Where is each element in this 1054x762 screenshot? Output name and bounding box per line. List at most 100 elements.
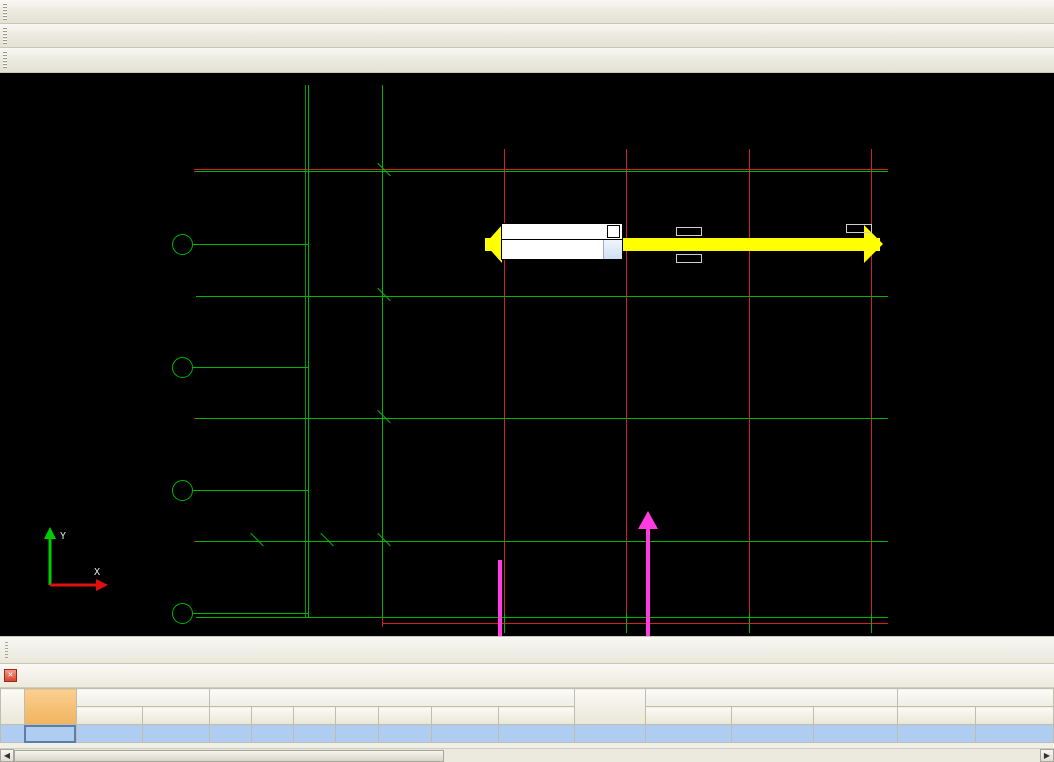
scroll-left-icon[interactable]: ◀ [0,749,14,762]
axis-line-h [196,296,888,297]
axis-circle-A[interactable] [172,603,193,624]
grid-line-h [194,169,888,170]
toolbar-grip[interactable] [3,51,7,69]
th-top-rebar-group [645,688,899,707]
row-index[interactable] [0,724,25,743]
table-row[interactable] [0,724,1054,743]
table-group-header-row [0,688,1054,725]
toolbar-grip[interactable] [3,26,7,45]
th-bottom-rebar[interactable] [975,706,1054,725]
cell-a2[interactable] [251,724,295,743]
th-mid-span[interactable] [731,706,815,725]
in-situ-box-top[interactable] [676,227,702,236]
svg-text:X: X [94,567,100,578]
chevron-down-icon[interactable] [603,240,622,259]
axis-leader [193,244,308,245]
cell-start-elev[interactable] [75,724,144,743]
th-a2[interactable] [251,706,295,725]
cell-mid-span[interactable] [731,724,815,743]
grid-line-v [504,149,505,627]
th-bottom-through[interactable] [897,706,977,725]
cell-top-through[interactable] [573,724,647,743]
cell-end-elev[interactable] [142,724,211,743]
popup-input-row[interactable] [501,240,623,260]
close-icon[interactable]: ✕ [4,669,17,682]
th-a4[interactable] [335,706,379,725]
th-right-support[interactable] [813,706,899,725]
edit-toolbar [0,0,1054,24]
span-data-toolbar: ✕ [0,664,1054,688]
axis-line-v [626,613,627,633]
axis-line-h [196,171,888,172]
drawing-canvas[interactable]: Y X [0,73,1054,636]
axis-circle-B[interactable] [172,480,193,501]
axis-line-h [196,418,888,419]
grid-line-h [382,623,888,624]
cell-a1[interactable] [209,724,253,743]
annotation-arrow-down [498,560,502,636]
span-data-grid[interactable] [0,688,1054,743]
axis-tick [377,409,391,424]
cell-left-support[interactable] [645,724,733,743]
cell-a4[interactable] [335,724,379,743]
th-dist-left[interactable] [498,706,575,725]
axis-circle-D[interactable] [172,234,193,255]
cell-bottom-through[interactable] [897,724,977,743]
th-left-support[interactable] [645,706,733,725]
th-span-no[interactable] [23,688,77,725]
th-end-elev[interactable] [142,706,211,725]
axis-tick [250,532,264,547]
axis-gizmo: Y X [44,527,108,591]
th-top-through[interactable] [573,688,647,725]
dimension-chain-v [305,85,306,617]
cell-right-support[interactable] [813,724,899,743]
annotation-arrow-up [638,511,658,636]
status-bar [0,636,1054,664]
cell-span-length[interactable] [377,724,433,743]
th-section[interactable] [431,706,500,725]
th-elevation-group [75,688,211,707]
cell-dist-left[interactable] [498,724,575,743]
axis-line-v [749,613,750,633]
axis-line-h [196,541,888,542]
axis-leader [193,367,308,368]
horizontal-scrollbar[interactable]: ◀ ▶ [0,748,1054,762]
axis-circle-C[interactable] [172,357,193,378]
in-situ-box-right[interactable] [846,224,872,233]
grid-line-v [626,149,627,627]
cell-bottom-rebar[interactable] [975,724,1054,743]
axis-leader [193,613,308,614]
cell-section[interactable] [431,724,500,743]
th-a1[interactable] [209,706,253,725]
rebar-value-input[interactable] [502,240,603,259]
th-a3[interactable] [293,706,337,725]
th-corner [0,688,25,725]
th-size-group [209,688,575,707]
axis-tick [320,532,334,547]
grid-line-v [749,149,750,627]
th-span-length[interactable] [377,706,433,725]
statusbar-grip[interactable] [5,641,8,659]
table-sub-header-row [1,706,1054,725]
popup-titlebar [501,223,623,240]
in-situ-box-bottom[interactable] [676,254,702,263]
scroll-right-icon[interactable]: ▶ [1040,749,1054,762]
close-icon[interactable] [607,225,620,238]
component-toolbar [0,24,1054,48]
cell-span-no[interactable] [23,724,77,743]
grid-line-v [871,149,872,627]
scrollbar-thumb[interactable] [14,749,444,762]
th-start-elev[interactable] [75,706,144,725]
toolbar-grip[interactable] [3,2,7,21]
axis-tick [377,532,391,547]
draw-toolbar [0,48,1054,73]
axis-line-v [871,613,872,633]
application-window: Y X ✕ ◀ ▶ [0,0,1054,762]
axis-line-v [308,85,309,617]
span-table [0,688,1054,743]
in-situ-edit-popup[interactable] [501,223,623,260]
scrollbar-track[interactable] [444,749,1040,762]
cell-a3[interactable] [293,724,337,743]
th-bottom-rebar-group [897,688,1054,707]
axis-line-h [196,617,888,618]
